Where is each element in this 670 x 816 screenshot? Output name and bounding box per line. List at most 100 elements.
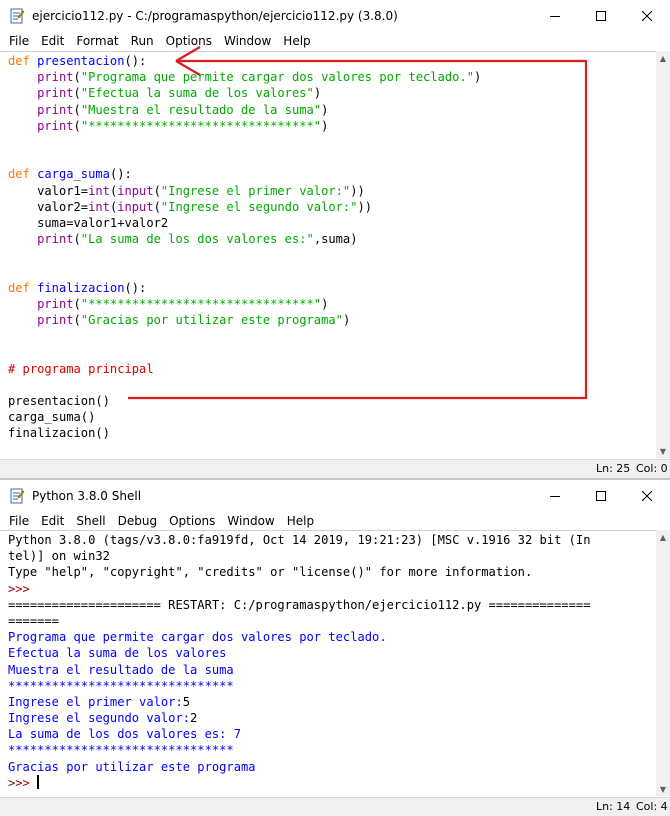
shell-statusbar: Ln: 14 Col: 4	[0, 797, 670, 816]
editor-menubar: File Edit Format Run Options Window Help	[0, 32, 670, 50]
scroll-up-icon[interactable]: ▲	[656, 51, 670, 65]
code-line: =======	[8, 613, 656, 629]
editor-menu-run[interactable]: Run	[125, 34, 160, 48]
code-token: (	[73, 118, 81, 133]
code-token: "Ingrese el segundo valor:"	[160, 199, 358, 214]
code-token: Type "help", "copyright", "credits" or "…	[8, 565, 533, 580]
editor-menu-edit[interactable]: Edit	[35, 34, 70, 48]
code-token: finalizacion	[37, 280, 125, 295]
maximize-button[interactable]	[578, 0, 624, 32]
shell-menu-debug[interactable]: Debug	[112, 514, 163, 528]
code-line: carga_suma()	[8, 409, 656, 425]
code-token: print	[37, 313, 74, 327]
code-token: (	[153, 183, 161, 198]
code-token: print	[37, 232, 74, 247]
shell-menu-options[interactable]: Options	[163, 514, 221, 528]
code-token: *******************************	[8, 678, 234, 693]
code-token: (	[73, 296, 81, 311]
minimize-button[interactable]	[532, 0, 578, 32]
code-line: finalizacion()	[8, 425, 656, 441]
shell-menu-shell[interactable]: Shell	[70, 514, 111, 528]
python-shell-icon	[9, 488, 25, 504]
shell-title: Python 3.8.0 Shell	[32, 489, 142, 503]
editor-menu-options[interactable]: Options	[160, 34, 218, 48]
code-line: Ingrese el segundo valor:2	[8, 710, 656, 726]
code-token: print	[37, 70, 74, 85]
code-line: >>>	[8, 774, 656, 791]
close-button[interactable]	[624, 0, 670, 32]
code-token: Ingrese el primer valor:	[8, 694, 183, 709]
editor-menu-file[interactable]: File	[3, 34, 35, 48]
code-token: int	[88, 199, 110, 214]
editor-title: ejercicio112.py - C:/programaspython/eje…	[32, 9, 398, 23]
code-token: def	[8, 54, 30, 68]
code-token: >>>	[8, 581, 38, 596]
code-line: print("*******************************")	[8, 296, 656, 312]
code-line: ===================== RESTART: C:/progra…	[8, 597, 656, 613]
code-token: Muestra el resultado de la suma	[8, 662, 234, 677]
code-token: print	[37, 118, 74, 133]
code-token: valor2=	[8, 199, 89, 214]
editor-code-area[interactable]: def presentacion(): print("Programa que …	[0, 51, 656, 459]
code-line: Ingrese el primer valor:5	[8, 694, 656, 710]
shell-menu-file[interactable]: File	[3, 514, 35, 528]
code-token: *******************************	[8, 743, 234, 758]
code-token: (	[73, 102, 81, 117]
shell-scrollbar[interactable]: ▲ ▼	[656, 530, 670, 796]
code-token: finalizacion()	[8, 426, 110, 441]
code-token: (	[73, 232, 81, 247]
code-token: carga_suma()	[8, 410, 96, 425]
code-line: print("Muestra el resultado de la suma")	[8, 102, 656, 118]
shell-menu-window[interactable]: Window	[221, 514, 280, 528]
minimize-button[interactable]	[532, 480, 578, 512]
code-token: ===================== RESTART: C:/progra…	[8, 597, 591, 612]
editor-menu-help[interactable]: Help	[277, 34, 316, 48]
close-button[interactable]	[624, 480, 670, 512]
editor-titlebar[interactable]: ejercicio112.py - C:/programaspython/eje…	[0, 0, 670, 32]
code-token: tel)] on win32	[8, 549, 110, 564]
code-token: Gracias por utilizar este programa	[8, 759, 256, 774]
code-token: "Muestra el resultado de la suma"	[80, 102, 322, 117]
scroll-down-icon[interactable]: ▼	[656, 782, 670, 796]
editor-scrollbar[interactable]: ▲ ▼	[656, 51, 670, 458]
shell-window: Python 3.8.0 Shell File Edit Shell Debug Opt…	[0, 480, 670, 816]
code-token: "*******************************"	[80, 296, 322, 311]
code-token: ():	[124, 280, 147, 295]
code-token: )	[342, 313, 351, 327]
code-token: "Efectua la suma de los valores"	[80, 86, 314, 101]
code-token: (	[73, 313, 81, 327]
editor-statusbar: Ln: 25 Col: 0	[0, 459, 670, 478]
code-line: print("Programa que permite cargar dos v…	[8, 69, 656, 85]
code-line: def presentacion():	[8, 53, 656, 69]
code-token: 5	[182, 694, 191, 709]
scroll-up-icon[interactable]: ▲	[656, 530, 670, 544]
shell-output-area[interactable]: Python 3.8.0 (tags/v3.8.0:fa919fd, Oct 1…	[0, 530, 656, 797]
code-token: "Gracias por utilizar este programa"	[80, 313, 343, 327]
code-token: "La suma de los dos valores es:"	[80, 232, 314, 247]
editor-menu-format[interactable]: Format	[70, 34, 124, 48]
code-token: ():	[124, 54, 147, 68]
code-line: Python 3.8.0 (tags/v3.8.0:fa919fd, Oct 1…	[8, 532, 656, 548]
editor-menu-window[interactable]: Window	[218, 34, 277, 48]
code-line: presentacion()	[8, 393, 656, 409]
shell-menu-edit[interactable]: Edit	[35, 514, 70, 528]
column-indicator: Col: 4	[636, 800, 668, 813]
code-token: (	[73, 70, 81, 85]
shell-menu-help[interactable]: Help	[281, 514, 320, 528]
maximize-button[interactable]	[578, 480, 624, 512]
scroll-down-icon[interactable]: ▼	[656, 444, 670, 458]
code-token: "*******************************"	[80, 118, 322, 133]
code-line: print("Gracias por utilizar este program…	[8, 312, 656, 328]
code-token: (	[73, 86, 81, 101]
shell-titlebar[interactable]: Python 3.8.0 Shell	[0, 480, 670, 512]
code-token: ,suma)	[313, 232, 358, 247]
code-token: 2	[190, 711, 198, 726]
